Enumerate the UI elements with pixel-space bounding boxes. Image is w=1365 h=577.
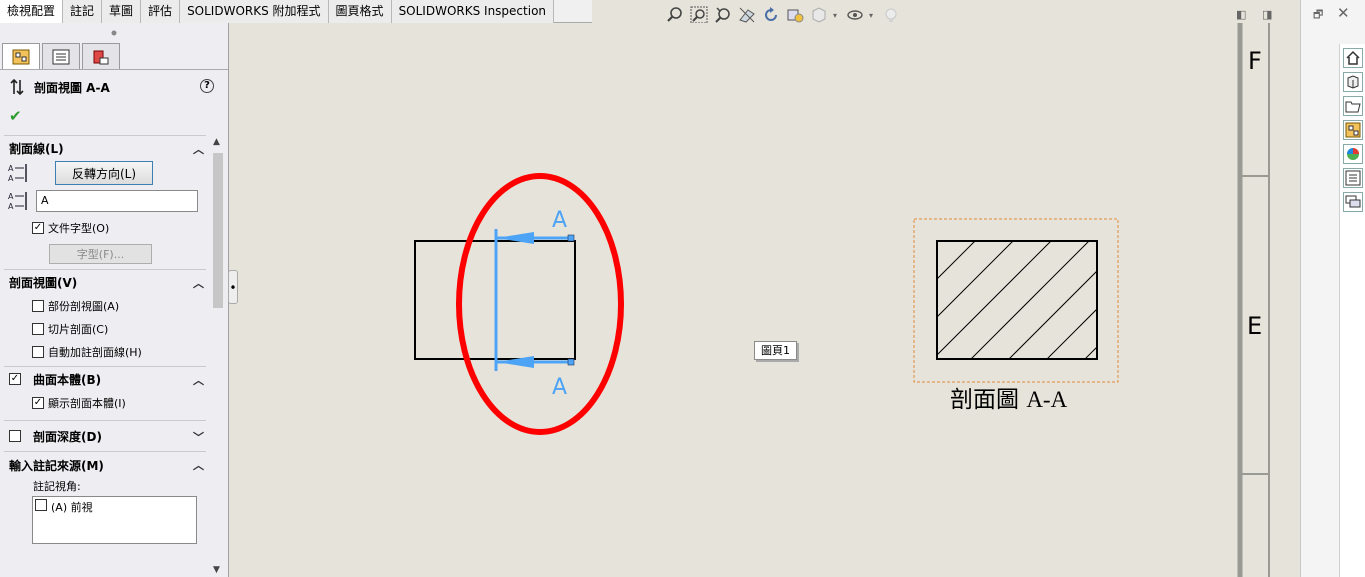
zone-label-f: F — [1248, 47, 1262, 75]
section-view-outline[interactable] — [936, 240, 1098, 360]
section-arrow-head-bottom — [496, 356, 534, 368]
zone-label-e: E — [1247, 312, 1263, 340]
forum-icon[interactable] — [1343, 192, 1363, 212]
section-view-bounding-box[interactable] — [913, 218, 1119, 383]
section-arrow-handle-bottom[interactable] — [567, 358, 575, 366]
cut-label-bottom[interactable]: A — [552, 375, 567, 400]
task-pane: 🗗 ✕ — [1300, 0, 1365, 577]
design-library-icon[interactable] — [1343, 72, 1363, 92]
drawing-graphics: A A — [414, 23, 1270, 577]
custom-properties-icon[interactable] — [1343, 168, 1363, 188]
section-arrow-handle-top[interactable] — [567, 234, 575, 242]
collapse-left-icon[interactable]: ◧ — [1236, 8, 1246, 21]
collapse-right-icon[interactable]: ◨ — [1262, 8, 1272, 21]
highlight-circle — [456, 173, 624, 435]
appearances-icon[interactable] — [1343, 144, 1363, 164]
close-window-icon[interactable]: ✕ — [1337, 4, 1350, 22]
cut-label-top[interactable]: A — [552, 208, 567, 233]
home-icon[interactable] — [1343, 48, 1363, 68]
section-caption-letters: A-A — [1026, 387, 1068, 412]
sheet-tab-label[interactable]: 圖頁1 — [754, 341, 797, 360]
file-explorer-icon[interactable] — [1343, 96, 1363, 116]
section-view-caption[interactable]: 剖面圖 A-A — [950, 380, 1067, 414]
section-arrow-head-top — [496, 232, 534, 244]
hatch-pattern — [937, 241, 1097, 359]
restore-window-icon[interactable]: 🗗 — [1313, 6, 1323, 25]
view-palette-icon[interactable] — [1343, 120, 1363, 140]
section-caption-cjk: 剖面圖 — [950, 387, 1019, 413]
